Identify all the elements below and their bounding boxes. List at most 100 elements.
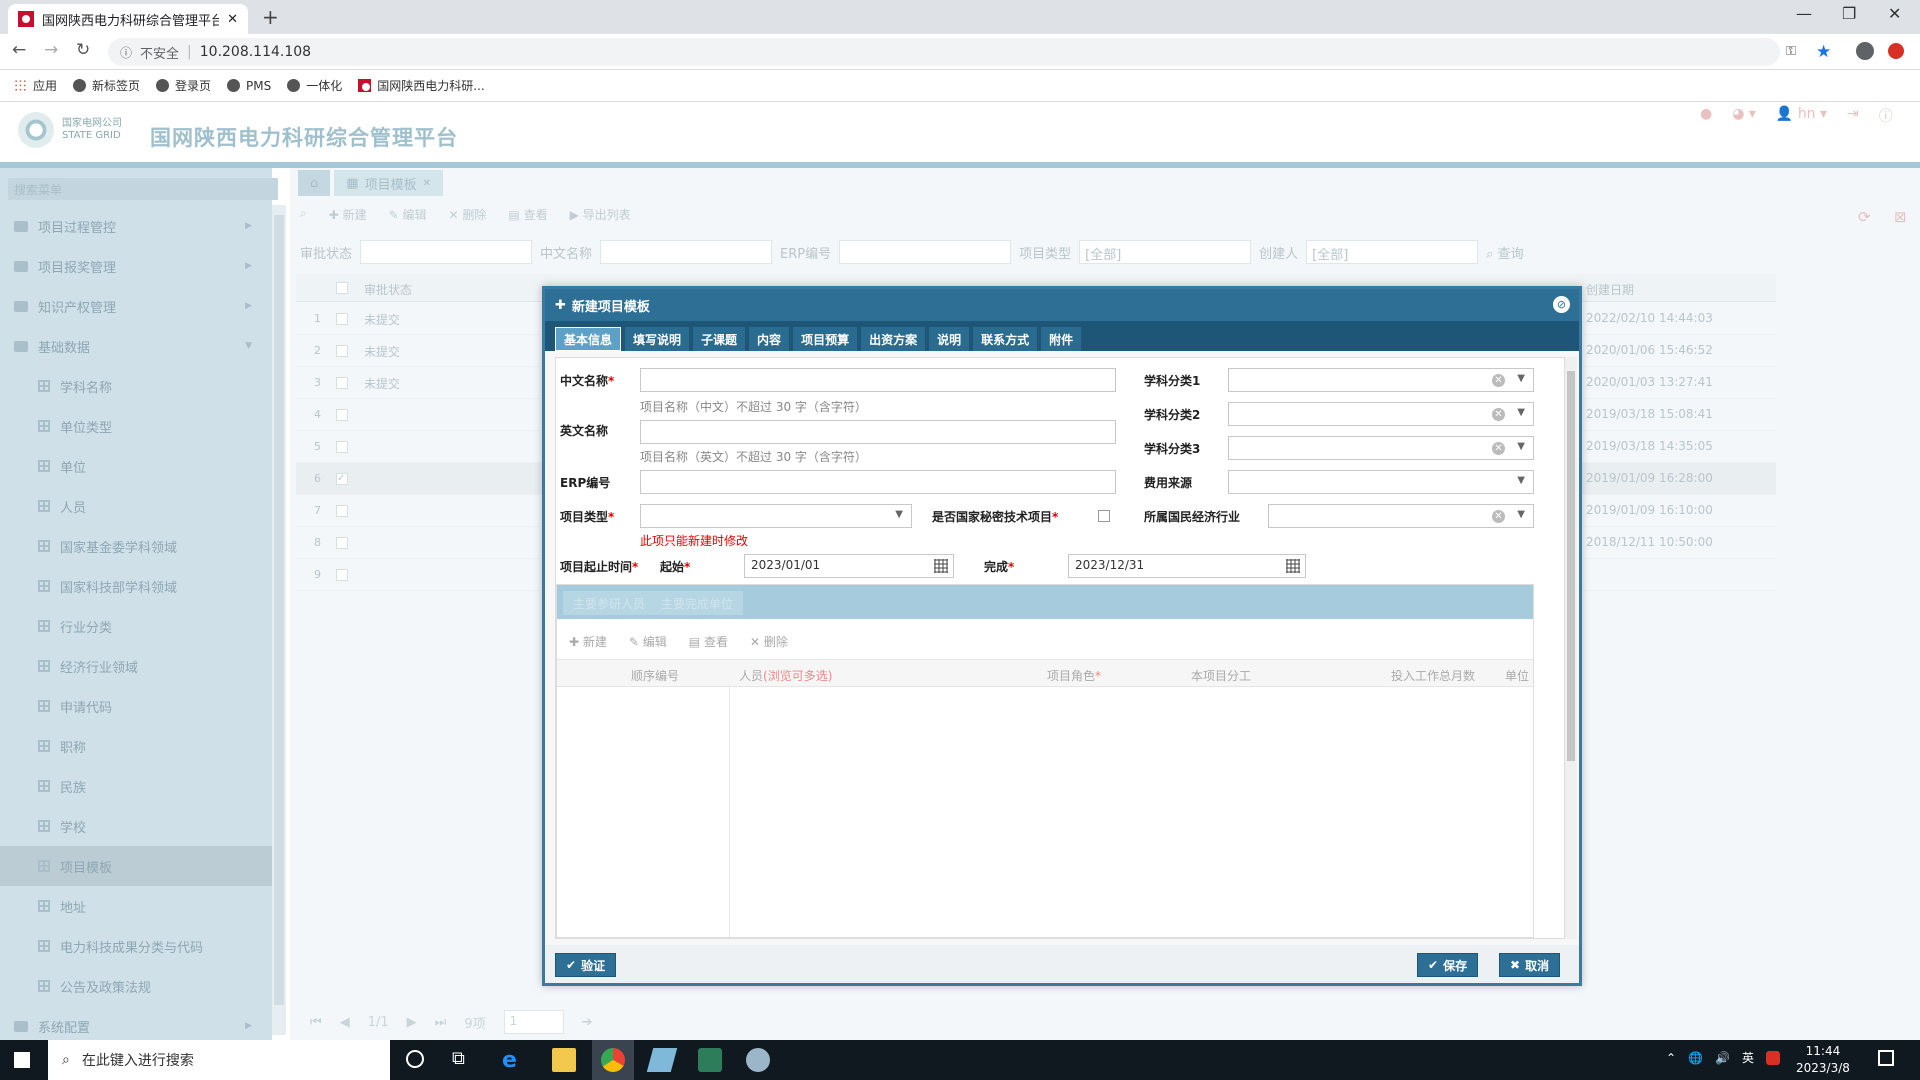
subject2-select[interactable]: ✕ ▼ xyxy=(1228,402,1534,426)
end-date-input[interactable]: 2023/12/31 xyxy=(1068,554,1306,578)
theme-icon[interactable]: ◕ ▾ xyxy=(1732,106,1756,126)
sidebar-item[interactable]: 国家基金委学科领域 xyxy=(0,526,272,566)
task-view-icon[interactable]: ⧉ xyxy=(452,1048,465,1069)
logout-icon[interactable]: ⇥ xyxy=(1847,106,1859,126)
calendar-icon[interactable] xyxy=(934,559,948,573)
last-page-icon[interactable]: ⏭ xyxy=(435,1015,447,1030)
subject3-select[interactable]: ✕ ▼ xyxy=(1228,436,1534,460)
save-button[interactable]: ✔ 保存 xyxy=(1417,953,1479,977)
dialog-close-icon[interactable]: ⊘ xyxy=(1553,296,1570,313)
clear-icon[interactable]: ✕ xyxy=(1492,442,1505,455)
ime-indicator[interactable]: 英 xyxy=(1742,1049,1754,1066)
profile-icon[interactable] xyxy=(1856,42,1874,60)
first-page-icon[interactable]: ⏮ xyxy=(310,1015,322,1030)
dialog-tab[interactable]: 说明 xyxy=(929,327,970,351)
dialog-tab[interactable]: 项目预算 xyxy=(793,327,858,351)
help-icon[interactable]: ⓘ xyxy=(1879,106,1893,126)
window-close-icon[interactable]: ✕ xyxy=(1888,4,1901,23)
file-explorer-icon[interactable] xyxy=(552,1048,576,1072)
bookmark-login[interactable]: 登录页 xyxy=(156,77,211,94)
sidebar-item[interactable]: 单位 xyxy=(0,446,272,486)
search-button[interactable]: ⌕ 查询 xyxy=(1486,243,1523,262)
update-icon[interactable] xyxy=(1888,43,1904,59)
close-tab-icon[interactable]: ✕ xyxy=(423,178,431,189)
secret-checkbox[interactable] xyxy=(1098,510,1110,522)
row-checkbox[interactable] xyxy=(336,377,348,389)
bookmark-star-icon[interactable]: ★ xyxy=(1816,42,1831,62)
filter-erp-input[interactable] xyxy=(839,240,1012,264)
dialog-tab[interactable]: 出资方案 xyxy=(861,327,926,351)
row-checkbox[interactable] xyxy=(336,313,348,325)
sidebar-item[interactable]: 基础数据 ▼ xyxy=(0,326,272,366)
bookmark-newtab[interactable]: 新标签页 xyxy=(73,77,140,94)
sidebar-item[interactable]: 单位类型 xyxy=(0,406,272,446)
view-button[interactable]: ▤ 查看 xyxy=(508,206,547,223)
prev-page-icon[interactable]: ◀ xyxy=(340,1015,350,1030)
bookmark-apps[interactable]: 应用 xyxy=(14,77,57,94)
sidebar-item[interactable]: 行业分类 xyxy=(0,606,272,646)
reload-icon[interactable]: ↻ xyxy=(76,40,90,60)
next-page-icon[interactable]: ▶ xyxy=(407,1015,417,1030)
message-icon[interactable]: ● xyxy=(1700,106,1712,126)
app-icon-2[interactable] xyxy=(698,1048,722,1072)
back-icon[interactable]: ← xyxy=(12,40,26,60)
chevron-up-icon[interactable]: ⌃ xyxy=(1666,1051,1676,1065)
tab-project-template[interactable]: ▦ 项目模板 ✕ xyxy=(334,170,443,196)
edge-icon[interactable]: e xyxy=(502,1048,526,1073)
row-checkbox[interactable]: ✓ xyxy=(336,473,348,485)
clear-icon[interactable]: ✕ xyxy=(1492,408,1505,421)
network-icon[interactable]: 🌐 xyxy=(1688,1051,1703,1065)
select-all-checkbox[interactable] xyxy=(336,282,348,294)
sidebar-item[interactable]: 公告及政策法规 xyxy=(0,966,272,1006)
notification-icon[interactable] xyxy=(1878,1050,1894,1066)
key-icon[interactable]: ⚿ xyxy=(1786,44,1796,59)
sidebar-item[interactable]: 知识产权管理 ▶ xyxy=(0,286,272,326)
cortana-icon[interactable] xyxy=(406,1050,424,1068)
dialog-tab[interactable]: 填写说明 xyxy=(625,327,690,351)
tab-main-researchers[interactable]: 主要参研人员 xyxy=(563,591,656,615)
address-bar[interactable]: ⓘ 不安全 | 10.208.114.108 xyxy=(108,38,1780,66)
sidebar-item[interactable]: 申请代码 xyxy=(0,686,272,726)
dialog-tab[interactable]: 子课题 xyxy=(693,327,746,351)
row-checkbox[interactable] xyxy=(336,345,348,357)
search-icon[interactable]: ⌕ xyxy=(300,206,307,223)
sub-edit-button[interactable]: ✎ 编辑 xyxy=(629,633,667,650)
sub-new-button[interactable]: ✚ 新建 xyxy=(569,633,607,650)
volume-icon[interactable]: 🔊 xyxy=(1715,1051,1730,1065)
sidebar-item[interactable]: 国家科技部学科领域 xyxy=(0,566,272,606)
forward-icon[interactable]: → xyxy=(44,40,58,60)
bookmark-platform[interactable]: 国网陕西电力科研... xyxy=(358,77,485,94)
filter-creator-select[interactable]: [全部] xyxy=(1306,240,1479,264)
calendar-icon[interactable] xyxy=(1286,559,1300,573)
new-tab-icon[interactable]: + xyxy=(262,5,279,29)
app-icon-3[interactable] xyxy=(746,1048,770,1072)
edit-button[interactable]: ✎ 编辑 xyxy=(389,206,427,223)
sidebar-scroll-thumb[interactable] xyxy=(274,215,284,1005)
sidebar-item[interactable]: 人员 xyxy=(0,486,272,526)
sidebar-item[interactable]: 项目过程管控 ▶ xyxy=(0,206,272,246)
bookmark-yitihua[interactable]: 一体化 xyxy=(287,77,342,94)
sidebar-item[interactable]: 职称 xyxy=(0,726,272,766)
tab-main-units[interactable]: 主要完成单位 xyxy=(651,591,744,615)
restore-icon[interactable]: ❐ xyxy=(1842,4,1856,23)
taskbar-search[interactable]: ⌕ 在此键入进行搜索 xyxy=(48,1040,390,1080)
ime-app-icon[interactable] xyxy=(1765,1050,1780,1065)
row-checkbox[interactable] xyxy=(336,537,348,549)
sidebar-item[interactable]: 项目报奖管理 ▶ xyxy=(0,246,272,286)
user-menu[interactable]: 👤 hn ▾ xyxy=(1776,106,1827,126)
dialog-tab[interactable]: 基本信息 xyxy=(555,327,622,351)
industry-select[interactable]: ✕ ▼ xyxy=(1268,504,1534,528)
dialog-tab[interactable]: 联系方式 xyxy=(973,327,1038,351)
fund-source-select[interactable]: ▼ xyxy=(1228,470,1534,494)
start-date-input[interactable]: 2023/01/01 xyxy=(744,554,954,578)
clear-icon[interactable]: ✕ xyxy=(1492,374,1505,387)
cancel-button[interactable]: ✖ 取消 xyxy=(1499,953,1561,977)
sub-delete-button[interactable]: ✕ 删除 xyxy=(750,633,788,650)
sub-view-button[interactable]: ▤ 查看 xyxy=(689,633,728,650)
clear-icon[interactable]: ✕ xyxy=(1492,510,1505,523)
sidebar-item[interactable]: 电力科技成果分类与代码 xyxy=(0,926,272,966)
new-button[interactable]: ✚ 新建 xyxy=(329,206,367,223)
sidebar-item[interactable]: 项目模板 xyxy=(0,846,272,886)
cn-name-input[interactable] xyxy=(640,368,1116,392)
export-button[interactable]: ▶ 导出列表 xyxy=(570,206,631,223)
